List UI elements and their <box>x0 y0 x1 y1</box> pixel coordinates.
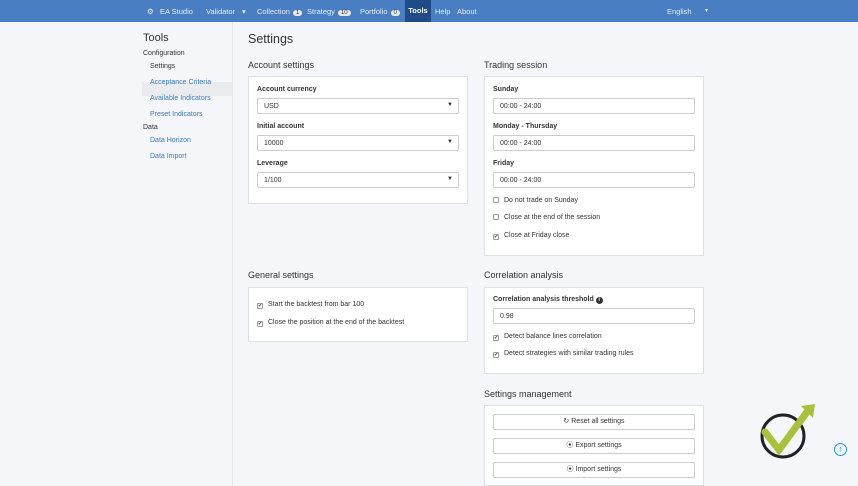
nav-about[interactable]: About <box>457 7 477 16</box>
checkbox-icon[interactable] <box>493 214 499 220</box>
export-icon: ⦿ <box>566 442 574 449</box>
export-settings-button[interactable]: ⦿ Export settings <box>493 438 695 454</box>
checkbox-checked-icon[interactable]: ✔ <box>493 234 499 240</box>
threshold-label-text: Correlation analysis threshold <box>493 296 594 303</box>
monday-thursday-input[interactable]: 00:00 - 24:00 <box>493 135 695 151</box>
nav-collection[interactable]: Collection 1 <box>257 7 303 16</box>
settings-management-panel: ↻ Reset all settings ⦿ Export settings ⦿… <box>484 405 704 486</box>
reset-settings-button[interactable]: ↻ Reset all settings <box>493 414 695 430</box>
info-icon[interactable]: i <box>595 297 603 304</box>
sunday-input[interactable]: 00:00 - 24:00 <box>493 98 695 114</box>
checkbox-label: Detect strategies with similar trading r… <box>504 350 634 357</box>
sidebar-group-data: Data <box>143 124 158 131</box>
brand-logo <box>760 404 815 459</box>
nav-language[interactable]: English <box>667 7 692 16</box>
threshold-label: Correlation analysis threshold i <box>493 296 603 304</box>
checkbox-label: Detect balance lines correlation <box>504 333 602 340</box>
initial-account-value: 10000 <box>264 140 284 147</box>
settings-management-title: Settings management <box>484 389 572 399</box>
nav-strategy[interactable]: Strategy 10 <box>307 7 351 16</box>
account-settings-panel: Account currency USD ▼ Initial account 10… <box>248 76 468 204</box>
close-position-checkbox[interactable]: ✔ Close the position at the end of the ba… <box>257 319 404 327</box>
leverage-select[interactable]: 1/100 ▼ <box>257 172 459 188</box>
caret-icon: ▼ <box>447 102 453 108</box>
threshold-input[interactable]: 0.98 <box>493 308 695 324</box>
nav-validator[interactable]: Validator <box>206 7 235 16</box>
import-icon: ⦿ <box>566 466 574 473</box>
sidebar-item-data-horizon[interactable]: Data Horizon <box>150 137 191 144</box>
checkbox-icon[interactable] <box>493 197 499 203</box>
sidebar-item-acceptance-criteria[interactable]: Acceptance Criteria <box>150 79 211 86</box>
caret-icon: ▼ <box>447 176 453 182</box>
import-label: Import settings <box>575 466 622 473</box>
nav-strategy-label: Strategy <box>307 7 335 16</box>
export-label: Export settings <box>575 442 622 449</box>
nav-portfolio-label: Portfolio <box>360 7 388 16</box>
caret-icon: ▼ <box>447 139 453 145</box>
nav-portfolio[interactable]: Portfolio 0 <box>360 7 400 16</box>
trading-session-panel: Sunday 00:00 - 24:00 Monday - Thursday 0… <box>484 76 704 256</box>
similar-rules-checkbox[interactable]: ✔ Detect strategies with similar trading … <box>493 350 634 358</box>
nav-tools[interactable]: Tools <box>405 0 431 22</box>
sidebar-item-data-import[interactable]: Data Import <box>150 153 187 160</box>
checkbox-checked-icon[interactable]: ✔ <box>493 335 499 341</box>
sidebar-title: Tools <box>143 32 169 44</box>
checkbox-label: Close at the end of the session <box>504 214 601 221</box>
nav-collection-label: Collection <box>257 7 290 16</box>
leverage-value: 1/100 <box>264 177 282 184</box>
account-settings-title: Account settings <box>248 60 315 70</box>
collection-badge: 1 <box>292 10 303 16</box>
sidebar-item-preset-indicators[interactable]: Preset Indicators <box>150 111 203 118</box>
correlation-panel: Correlation analysis threshold i 0.98 ✔ D… <box>484 287 704 374</box>
refresh-icon: ↻ <box>563 418 570 425</box>
sidebar-group-configuration: Configuration <box>143 50 185 57</box>
checkbox-checked-icon[interactable]: ✔ <box>257 321 263 327</box>
currency-select[interactable]: USD ▼ <box>257 98 459 114</box>
portfolio-badge: 0 <box>390 10 400 16</box>
chevron-down-icon[interactable]: ▾ <box>242 7 246 16</box>
strategy-badge: 10 <box>337 10 351 16</box>
leverage-label: Leverage <box>257 160 288 167</box>
scroll-to-top-icon[interactable]: ↑ <box>834 443 847 456</box>
checkbox-label: Do not trade on Sunday <box>504 197 578 204</box>
currency-label: Account currency <box>257 86 317 93</box>
no-sunday-checkbox[interactable]: Do not trade on Sunday <box>493 197 578 204</box>
checkbox-label: Close the position at the end of the bac… <box>268 319 405 326</box>
initial-account-select[interactable]: 10000 ▼ <box>257 135 459 151</box>
sidebar: Tools Configuration Settings Acceptance … <box>140 22 233 486</box>
friday-label: Friday <box>493 160 515 167</box>
nav-help[interactable]: Help <box>435 7 450 16</box>
nav-brand[interactable]: EA Studio <box>160 7 193 16</box>
checkbox-checked-icon[interactable]: ✔ <box>493 352 499 358</box>
monday-thursday-label: Monday - Thursday <box>493 123 558 130</box>
general-settings-panel: ✔ Start the backtest from bar 100 ✔ Close … <box>248 287 468 342</box>
checkbox-label: Close at Friday close <box>504 232 570 239</box>
currency-value: USD <box>264 103 279 110</box>
checkbox-label: Start the backtest from bar 100 <box>268 301 365 308</box>
close-friday-checkbox[interactable]: ✔ Close at Friday close <box>493 232 569 240</box>
checkbox-checked-icon[interactable]: ✔ <box>257 303 263 309</box>
correlation-title: Correlation analysis <box>484 270 564 280</box>
reset-label: Reset all settings <box>571 418 625 425</box>
sidebar-item-available-indicators[interactable]: Available Indicators <box>150 95 211 102</box>
trading-session-title: Trading session <box>484 60 548 70</box>
general-settings-title: General settings <box>248 270 314 280</box>
friday-input[interactable]: 00:00 - 24:00 <box>493 172 695 188</box>
close-session-checkbox[interactable]: Close at the end of the session <box>493 214 600 221</box>
top-navbar: ⚙ EA Studio Validator ▾ Collection 1 Stra… <box>0 0 858 22</box>
start-bar-checkbox[interactable]: ✔ Start the backtest from bar 100 <box>257 301 364 309</box>
import-settings-button[interactable]: ⦿ Import settings <box>493 462 695 478</box>
chevron-down-icon[interactable]: ▾ <box>705 7 708 14</box>
initial-account-label: Initial account <box>257 123 305 130</box>
gear-icon: ⚙ <box>147 7 154 16</box>
sidebar-item-settings[interactable]: Settings <box>150 63 175 70</box>
page-title: Settings <box>248 32 294 46</box>
balance-correlation-checkbox[interactable]: ✔ Detect balance lines correlation <box>493 333 602 341</box>
sunday-label: Sunday <box>493 86 519 93</box>
